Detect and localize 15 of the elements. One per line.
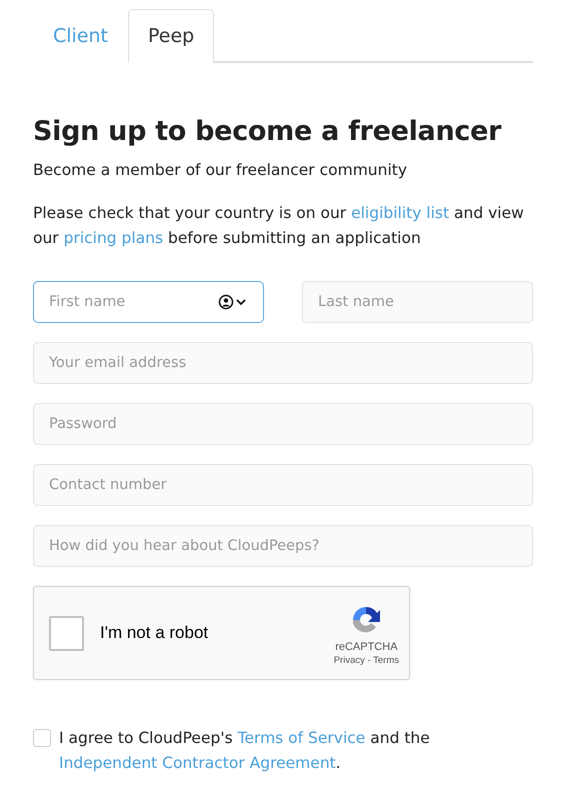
agreement-text: I agree to CloudPeep's Terms of Service and the Independent Contractor Agreement. <box>59 728 431 774</box>
recaptcha-label: reCAPTCHA <box>335 640 398 652</box>
text-link[interactable]: pricing plans <box>64 229 164 247</box>
tab[interactable]: Peep <box>128 9 214 63</box>
input-field[interactable]: First name <box>33 281 264 323</box>
text-link[interactable]: Terms of Service <box>238 729 366 747</box>
agree-checkbox[interactable] <box>33 729 51 747</box>
notice-text: Please check that your country is on our eligibility list and view our pricing plans before submitting an application <box>33 203 525 249</box>
page-heading: Sign up to become a freelancer <box>33 116 502 147</box>
privacy-terms-link[interactable]: Privacy - Terms <box>334 654 399 666</box>
captcha-label: I'm not a robot <box>100 623 210 643</box>
subheading: Become a member of our freelancer community <box>33 161 408 179</box>
text-link[interactable]: eligibility list <box>351 204 450 222</box>
text-link[interactable]: Independent Contractor Agreement <box>59 754 336 772</box>
captcha-checkbox[interactable] <box>49 616 84 650</box>
